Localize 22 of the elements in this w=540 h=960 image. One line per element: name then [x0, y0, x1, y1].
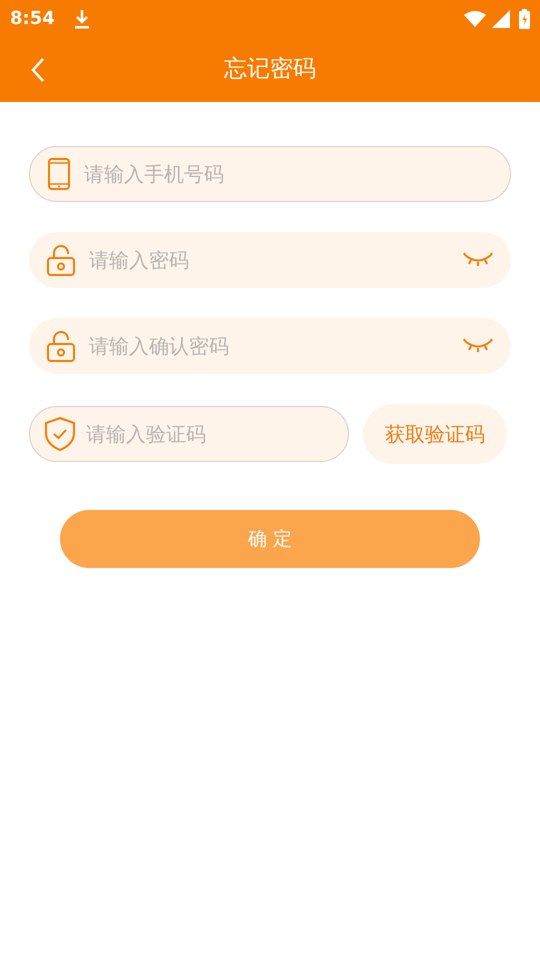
download-icon — [74, 8, 90, 28]
phone-icon — [48, 158, 70, 190]
placeholder-text: 请输入确认密码 — [89, 333, 230, 360]
padlock-icon — [47, 244, 75, 276]
closed-eye-icon[interactable] — [463, 252, 493, 268]
signal-icon — [492, 10, 510, 28]
get-code-button[interactable]: 获取验证码 — [363, 404, 507, 464]
closed-eye-icon[interactable] — [463, 338, 493, 354]
input-field[interactable]: 请输入密码 — [29, 232, 511, 288]
placeholder-text: 请输入验证码 — [86, 421, 206, 448]
input-field[interactable]: 请输入手机号码 — [29, 146, 511, 202]
input-field[interactable]: 请输入确认密码 — [29, 318, 511, 374]
confirm-button[interactable]: 确 定 — [60, 510, 480, 568]
clock-time: 8:54 — [10, 7, 55, 31]
page-title: 忘记密码 — [224, 55, 316, 84]
padlock-icon — [47, 330, 75, 362]
input-field[interactable]: 请输入验证码 — [29, 406, 349, 462]
wifi-icon — [464, 10, 486, 26]
shield-check-icon — [44, 416, 76, 452]
battery-icon — [519, 8, 530, 28]
placeholder-text: 请输入密码 — [89, 247, 190, 274]
placeholder-text: 请输入手机号码 — [84, 161, 225, 188]
